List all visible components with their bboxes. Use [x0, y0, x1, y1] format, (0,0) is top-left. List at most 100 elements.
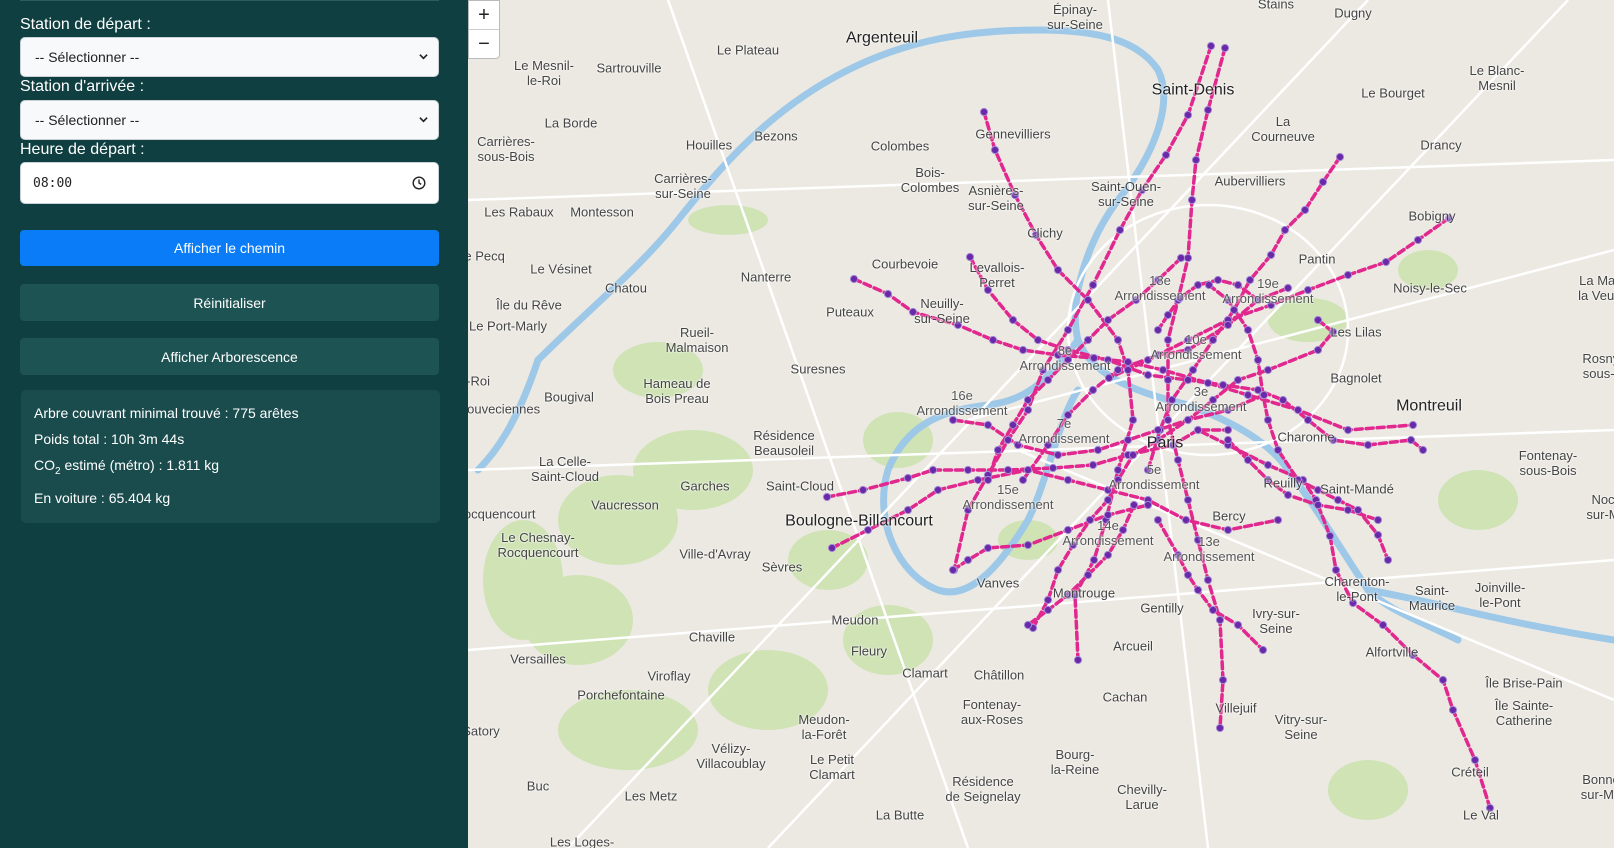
station-marker[interactable] — [1318, 177, 1328, 187]
station-marker[interactable] — [1325, 531, 1335, 541]
station-marker[interactable] — [1158, 365, 1168, 375]
arrival-select[interactable]: -- Sélectionner -- — [20, 100, 439, 140]
station-marker[interactable] — [903, 473, 913, 483]
station-marker[interactable] — [1448, 705, 1458, 715]
station-marker[interactable] — [1187, 195, 1197, 205]
station-marker[interactable] — [849, 274, 859, 284]
station-marker[interactable] — [1208, 605, 1218, 615]
station-marker[interactable] — [1373, 515, 1383, 525]
station-marker[interactable] — [1088, 385, 1098, 395]
station-marker[interactable] — [1183, 415, 1193, 425]
station-marker[interactable] — [1343, 505, 1353, 515]
station-marker[interactable] — [1128, 450, 1138, 460]
station-marker[interactable] — [1103, 550, 1113, 560]
station-marker[interactable] — [1128, 415, 1138, 425]
clock-icon[interactable] — [412, 176, 426, 190]
station-marker[interactable] — [1003, 465, 1013, 475]
station-marker[interactable] — [1043, 595, 1053, 605]
station-marker[interactable] — [1103, 495, 1113, 505]
station-marker[interactable] — [1233, 375, 1243, 385]
station-marker[interactable] — [1280, 225, 1290, 235]
station-marker[interactable] — [1413, 235, 1423, 245]
station-marker[interactable] — [1283, 490, 1293, 500]
station-marker[interactable] — [1161, 150, 1171, 160]
station-marker[interactable] — [1263, 460, 1273, 470]
station-marker[interactable] — [1213, 275, 1223, 285]
station-marker[interactable] — [1273, 515, 1283, 525]
station-marker[interactable] — [1183, 110, 1193, 120]
station-marker[interactable] — [1053, 450, 1063, 460]
station-marker[interactable] — [1266, 250, 1276, 260]
station-marker[interactable] — [1181, 515, 1191, 525]
station-marker[interactable] — [1163, 375, 1173, 385]
station-marker[interactable] — [1183, 495, 1193, 505]
station-marker[interactable] — [1215, 615, 1225, 625]
station-marker[interactable] — [1278, 395, 1288, 405]
station-marker[interactable] — [928, 465, 938, 475]
station-marker[interactable] — [1229, 305, 1239, 315]
station-marker[interactable] — [948, 565, 958, 575]
station-marker[interactable] — [822, 492, 832, 502]
station-marker[interactable] — [1313, 500, 1323, 510]
station-marker[interactable] — [1470, 755, 1480, 765]
station-marker[interactable] — [1048, 463, 1058, 473]
station-marker[interactable] — [1088, 460, 1098, 470]
station-marker[interactable] — [1023, 540, 1033, 550]
station-marker[interactable] — [983, 420, 993, 430]
station-marker[interactable] — [1073, 655, 1083, 665]
station-marker[interactable] — [993, 445, 1003, 455]
station-marker[interactable] — [1300, 205, 1310, 215]
station-marker[interactable] — [1343, 425, 1353, 435]
station-marker[interactable] — [1003, 435, 1013, 445]
station-marker[interactable] — [1313, 315, 1323, 325]
station-marker[interactable] — [1129, 500, 1139, 510]
station-marker[interactable] — [979, 107, 989, 117]
station-marker[interactable] — [1363, 440, 1373, 450]
station-marker[interactable] — [988, 335, 998, 345]
station-marker[interactable] — [1103, 315, 1113, 325]
station-marker[interactable] — [1183, 375, 1193, 385]
station-marker[interactable] — [883, 289, 893, 299]
station-marker[interactable] — [1188, 365, 1198, 375]
station-marker[interactable] — [1063, 325, 1073, 335]
station-marker[interactable] — [1438, 675, 1448, 685]
station-marker[interactable] — [1176, 253, 1186, 263]
station-marker[interactable] — [1053, 265, 1063, 275]
station-marker[interactable] — [1263, 415, 1273, 425]
station-marker[interactable] — [1203, 575, 1213, 585]
station-marker[interactable] — [1258, 645, 1268, 655]
station-marker[interactable] — [1381, 257, 1391, 267]
station-marker[interactable] — [1223, 320, 1233, 330]
station-marker[interactable] — [963, 465, 973, 475]
station-marker[interactable] — [1408, 420, 1418, 430]
station-marker[interactable] — [1418, 445, 1428, 455]
station-marker[interactable] — [1123, 435, 1133, 445]
station-marker[interactable] — [1083, 570, 1093, 580]
station-marker[interactable] — [1273, 445, 1283, 455]
station-marker[interactable] — [1008, 315, 1018, 325]
station-marker[interactable] — [1303, 415, 1313, 425]
zoom-out-button[interactable]: − — [469, 29, 499, 58]
station-marker[interactable] — [1023, 395, 1033, 405]
station-marker[interactable] — [1123, 365, 1133, 375]
station-marker[interactable] — [1373, 530, 1383, 540]
station-marker[interactable] — [1218, 675, 1228, 685]
station-marker[interactable] — [1123, 357, 1133, 367]
departure-time-input[interactable]: 08:00 — [20, 162, 439, 204]
station-marker[interactable] — [1220, 43, 1230, 53]
station-marker[interactable] — [1043, 605, 1053, 615]
station-marker[interactable] — [1206, 41, 1216, 51]
station-marker[interactable] — [858, 485, 868, 495]
station-marker[interactable] — [1183, 253, 1193, 263]
station-marker[interactable] — [1378, 620, 1388, 630]
station-marker[interactable] — [1153, 425, 1163, 435]
station-marker[interactable] — [1063, 475, 1073, 485]
station-marker[interactable] — [933, 485, 943, 495]
station-marker[interactable] — [1204, 280, 1214, 290]
station-marker[interactable] — [1313, 345, 1323, 355]
station-marker[interactable] — [1053, 565, 1063, 575]
station-marker[interactable] — [1008, 420, 1018, 430]
station-marker[interactable] — [1383, 555, 1393, 565]
station-marker[interactable] — [990, 145, 1000, 155]
station-marker[interactable] — [1023, 405, 1033, 415]
